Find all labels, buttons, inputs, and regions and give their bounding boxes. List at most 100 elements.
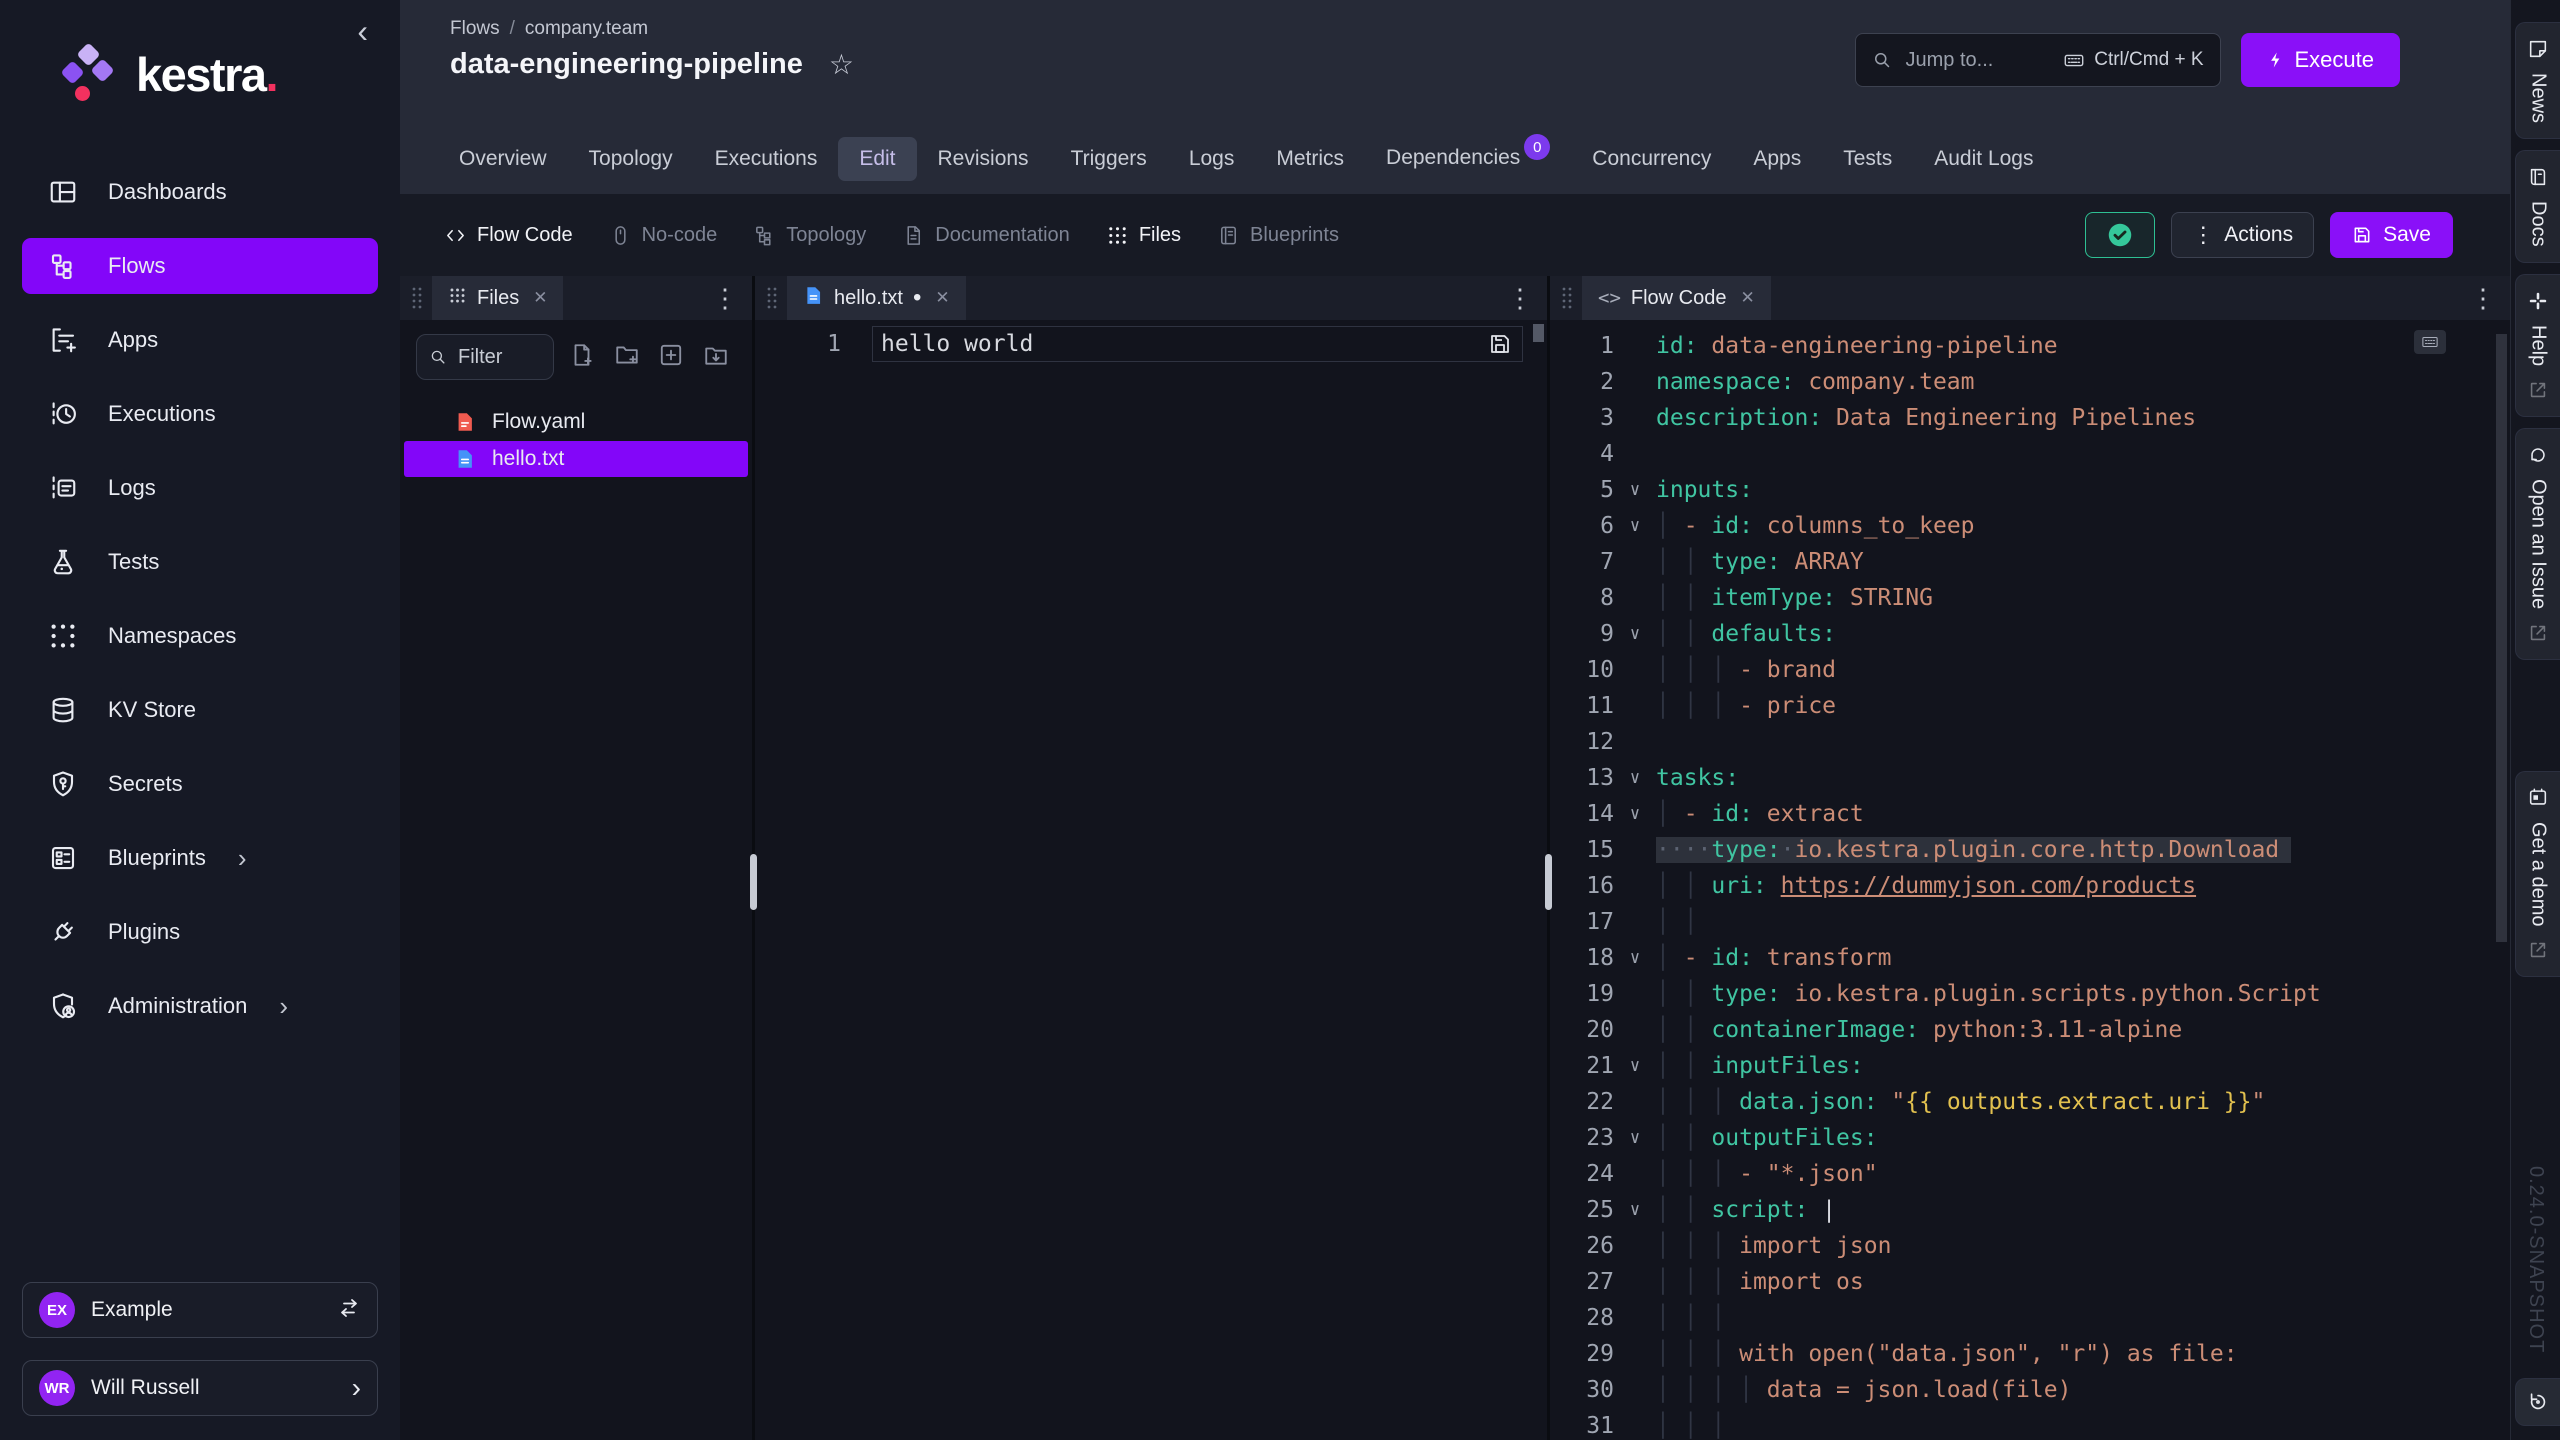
file-row-hello-txt[interactable]: hello.txt bbox=[404, 441, 748, 477]
code-line[interactable]: 14∨│ - id: extract bbox=[1550, 796, 2510, 832]
code-line[interactable]: 23∨│ │ outputFiles: bbox=[1550, 1120, 2510, 1156]
kebab-menu-icon[interactable]: ⋮ bbox=[2456, 285, 2510, 311]
fold-chevron-icon[interactable]: ∨ bbox=[1614, 1056, 1656, 1076]
tab-hello-txt[interactable]: hello.txt • ✕ bbox=[787, 276, 966, 320]
code-line[interactable]: 5∨inputs: bbox=[1550, 472, 2510, 508]
code-editor-body[interactable]: 1id: data-engineering-pipeline2namespace… bbox=[1550, 320, 2510, 1440]
code-line[interactable]: 12 bbox=[1550, 724, 2510, 760]
code-line[interactable]: 20│ │ containerImage: python:3.11-alpine bbox=[1550, 1012, 2510, 1048]
search-input[interactable] bbox=[1904, 48, 2052, 73]
kebab-menu-icon[interactable]: ⋮ bbox=[698, 285, 752, 311]
code-line[interactable]: 21∨│ │ inputFiles: bbox=[1550, 1048, 2510, 1084]
close-icon[interactable]: ✕ bbox=[533, 288, 547, 308]
code-line[interactable]: 29│ │ │ with open("data.json", "r") as f… bbox=[1550, 1336, 2510, 1372]
tab-audit-logs[interactable]: Audit Logs bbox=[1913, 137, 2054, 181]
sidebar-item-kv-store[interactable]: KV Store bbox=[22, 682, 378, 738]
code-line[interactable]: 22│ │ │ data.json: "{{ outputs.extract.u… bbox=[1550, 1084, 2510, 1120]
code-line[interactable]: 3description: Data Engineering Pipelines bbox=[1550, 400, 2510, 436]
text-editor-line[interactable]: 1 hello world bbox=[755, 325, 1547, 363]
breadcrumb-namespace[interactable]: company.team bbox=[525, 18, 648, 40]
code-line[interactable]: 30│ │ │ │ data = json.load(file) bbox=[1550, 1372, 2510, 1408]
view-flow-code[interactable]: Flow Code bbox=[444, 224, 573, 247]
drag-handle-icon[interactable] bbox=[755, 284, 787, 312]
drag-handle-icon[interactable] bbox=[1550, 284, 1582, 312]
add-icon[interactable] bbox=[658, 342, 684, 373]
code-line[interactable]: 26│ │ │ import json bbox=[1550, 1228, 2510, 1264]
filter-input[interactable] bbox=[456, 345, 528, 370]
sidebar-collapse-button[interactable]: ‹ bbox=[351, 14, 374, 48]
tab-revisions[interactable]: Revisions bbox=[917, 137, 1050, 181]
tab-overview[interactable]: Overview bbox=[438, 137, 568, 181]
tab-logs[interactable]: Logs bbox=[1168, 137, 1256, 181]
code-line[interactable]: 11│ │ │ - price bbox=[1550, 688, 2510, 724]
view-files[interactable]: Files bbox=[1106, 224, 1181, 247]
scrollbar-thumb[interactable] bbox=[1533, 324, 1544, 342]
view-blueprints[interactable]: Blueprints bbox=[1217, 224, 1339, 247]
jump-to-search[interactable]: Ctrl/Cmd + K bbox=[1855, 33, 2221, 87]
code-line[interactable]: 4 bbox=[1550, 436, 2510, 472]
code-line[interactable]: 2namespace: company.team bbox=[1550, 364, 2510, 400]
sidebar-item-namespaces[interactable]: Namespaces bbox=[22, 608, 378, 664]
sidebar-item-apps[interactable]: Apps bbox=[22, 312, 378, 368]
keyboard-shortcuts-icon[interactable] bbox=[2414, 330, 2446, 354]
import-folder-icon[interactable] bbox=[703, 342, 729, 373]
fold-chevron-icon[interactable]: ∨ bbox=[1614, 1200, 1656, 1220]
code-line[interactable]: 24│ │ │ - "*.json" bbox=[1550, 1156, 2510, 1192]
tab-edit[interactable]: Edit bbox=[838, 137, 916, 181]
scrollbar-thumb[interactable] bbox=[2496, 334, 2507, 942]
code-line[interactable]: 19│ │ type: io.kestra.plugin.scripts.pyt… bbox=[1550, 976, 2510, 1012]
code-line[interactable]: 17│ │ bbox=[1550, 904, 2510, 940]
file-filter[interactable] bbox=[416, 334, 554, 380]
code-line[interactable]: 1id: data-engineering-pipeline bbox=[1550, 328, 2510, 364]
fold-chevron-icon[interactable]: ∨ bbox=[1614, 516, 1656, 536]
code-line[interactable]: 13∨tasks: bbox=[1550, 760, 2510, 796]
tab-apps[interactable]: Apps bbox=[1732, 137, 1822, 181]
new-folder-icon[interactable] bbox=[614, 342, 640, 373]
text-editor-body[interactable]: 1 hello world bbox=[755, 320, 1547, 1440]
sidebar-item-secrets[interactable]: Secrets bbox=[22, 756, 378, 812]
code-line[interactable]: 16│ │ uri: https://dummyjson.com/product… bbox=[1550, 868, 2510, 904]
rail-get-a-demo[interactable]: Get a demo bbox=[2515, 771, 2560, 978]
code-line[interactable]: 8│ │ itemType: STRING bbox=[1550, 580, 2510, 616]
kebab-menu-icon[interactable]: ⋮ bbox=[1493, 285, 1547, 311]
current-line[interactable]: hello world bbox=[872, 326, 1523, 362]
workspace-switcher[interactable]: EX Example bbox=[22, 1282, 378, 1338]
sidebar-item-flows[interactable]: Flows bbox=[22, 238, 378, 294]
tab-concurrency[interactable]: Concurrency bbox=[1571, 137, 1732, 181]
rail-open-an-issue[interactable]: Open an Issue bbox=[2515, 428, 2560, 660]
tab-flow-code[interactable]: <> Flow Code ✕ bbox=[1582, 276, 1771, 320]
rail-help[interactable]: Help bbox=[2515, 274, 2560, 417]
tab-dependencies[interactable]: Dependencies0 bbox=[1365, 136, 1571, 182]
code-line[interactable]: 31│ │ │ bbox=[1550, 1408, 2510, 1440]
rail-docs[interactable]: Docs bbox=[2515, 150, 2560, 263]
code-line[interactable]: 7│ │ type: ARRAY bbox=[1550, 544, 2510, 580]
sidebar-item-tests[interactable]: Tests bbox=[22, 534, 378, 590]
code-line[interactable]: 27│ │ │ import os bbox=[1550, 1264, 2510, 1300]
execute-button[interactable]: Execute bbox=[2241, 33, 2401, 87]
sidebar-item-dashboards[interactable]: Dashboards bbox=[22, 164, 378, 220]
fold-chevron-icon[interactable]: ∨ bbox=[1614, 480, 1656, 500]
close-icon[interactable]: ✕ bbox=[935, 288, 949, 308]
view-topology[interactable]: Topology bbox=[753, 224, 866, 247]
sidebar-item-executions[interactable]: Executions bbox=[22, 386, 378, 442]
favorite-star-icon[interactable]: ☆ bbox=[829, 51, 854, 79]
breadcrumb-flows[interactable]: Flows bbox=[450, 18, 500, 40]
validation-status-button[interactable] bbox=[2085, 212, 2155, 258]
fold-chevron-icon[interactable]: ∨ bbox=[1614, 768, 1656, 788]
close-icon[interactable]: ✕ bbox=[1741, 288, 1755, 308]
sidebar-item-plugins[interactable]: Plugins bbox=[22, 904, 378, 960]
sidebar-item-blueprints[interactable]: Blueprints › bbox=[22, 830, 378, 886]
fold-chevron-icon[interactable]: ∨ bbox=[1614, 624, 1656, 644]
fold-chevron-icon[interactable]: ∨ bbox=[1614, 1128, 1656, 1148]
tab-metrics[interactable]: Metrics bbox=[1255, 137, 1365, 181]
save-button[interactable]: Save bbox=[2330, 212, 2453, 258]
view-documentation[interactable]: Documentation bbox=[902, 224, 1070, 247]
code-line[interactable]: 25∨│ │ script: | bbox=[1550, 1192, 2510, 1228]
view-no-code[interactable]: No-code bbox=[609, 224, 718, 247]
actions-button[interactable]: ⋮ Actions bbox=[2171, 212, 2314, 258]
sidebar-item-logs[interactable]: Logs bbox=[22, 460, 378, 516]
fold-chevron-icon[interactable]: ∨ bbox=[1614, 948, 1656, 968]
code-line[interactable]: 6∨│ - id: columns_to_keep bbox=[1550, 508, 2510, 544]
new-file-icon[interactable] bbox=[569, 342, 595, 373]
drag-handle-icon[interactable] bbox=[400, 284, 432, 312]
